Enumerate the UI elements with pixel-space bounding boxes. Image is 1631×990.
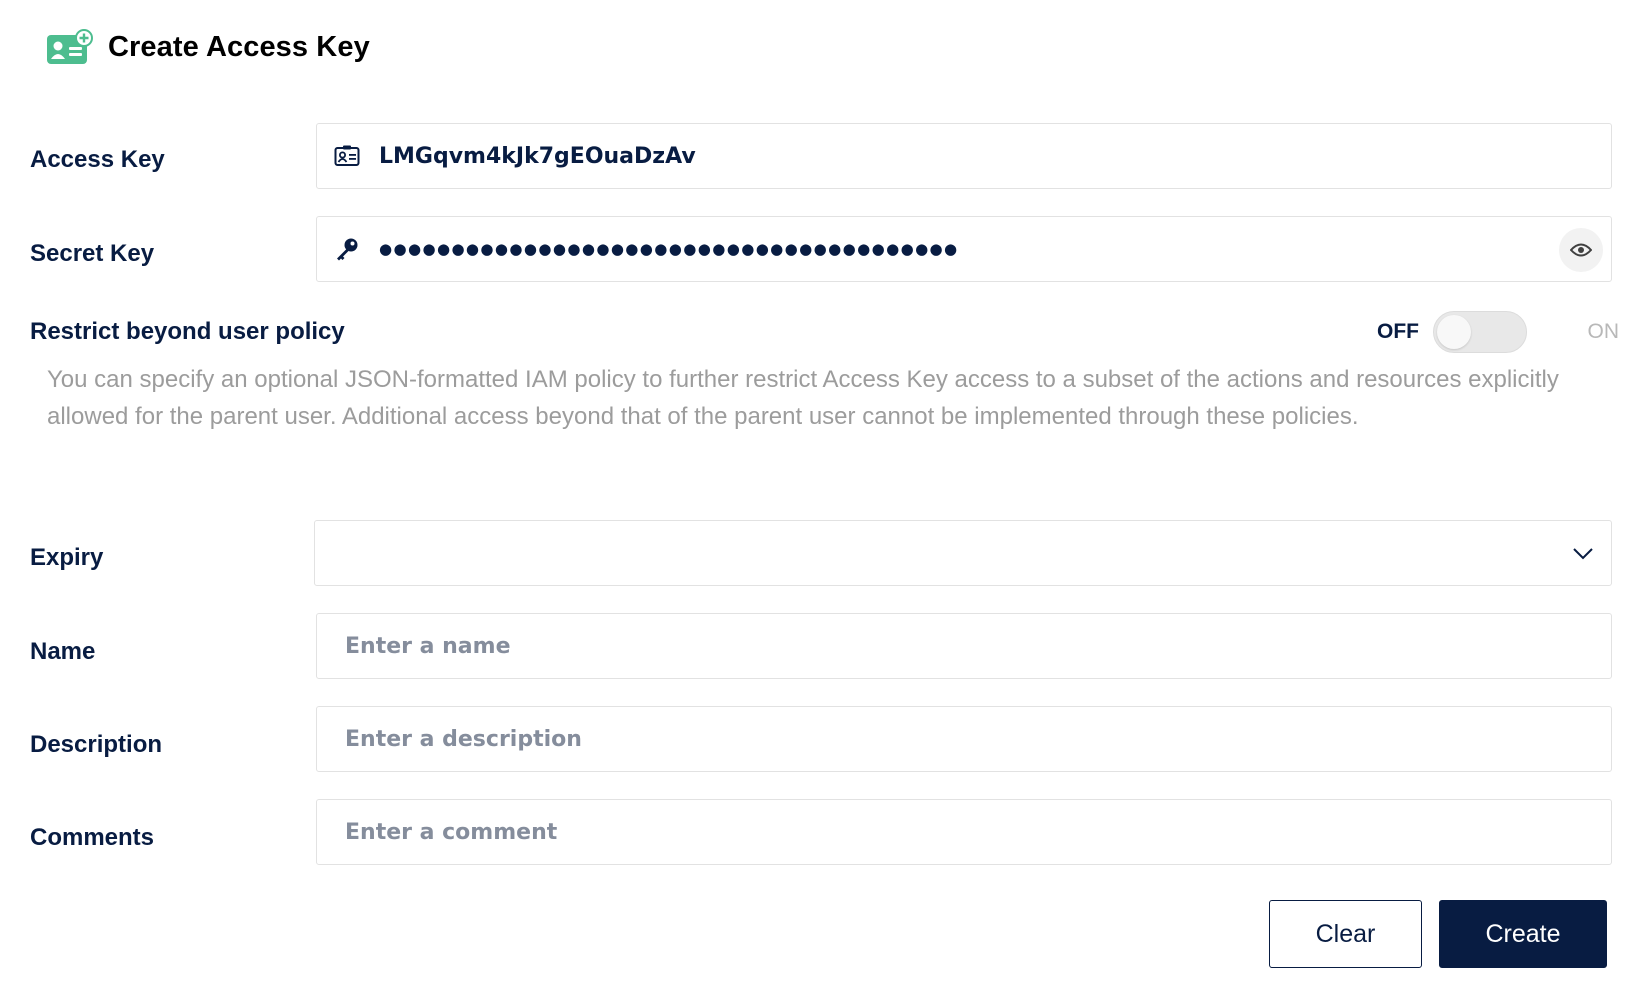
- expiry-label: Expiry: [30, 544, 104, 571]
- expiry-select[interactable]: [314, 520, 1612, 586]
- create-button[interactable]: Create: [1439, 900, 1607, 968]
- switch-on-label: ON: [1587, 320, 1620, 343]
- name-label: Name: [30, 638, 96, 665]
- switch-off-label: OFF: [1377, 320, 1419, 343]
- key-icon: [333, 235, 361, 263]
- secret-key-field[interactable]: ●●●●●●●●●●●●●●●●●●●●●●●●●●●●●●●●●●●●●●●●: [316, 216, 1612, 282]
- create-access-key-form: Create Access Key Access Key LMGqvm4kJk7…: [0, 0, 1631, 990]
- eye-icon: [1570, 243, 1592, 257]
- description-label: Description: [30, 731, 163, 758]
- chevron-down-icon: [1573, 548, 1593, 560]
- id-card-icon: [333, 142, 361, 170]
- restrict-policy-label: Restrict beyond user policy: [30, 318, 345, 345]
- toggle-knob: [1437, 315, 1471, 349]
- page-title: Create Access Key: [108, 30, 370, 63]
- secret-key-masked-value: ●●●●●●●●●●●●●●●●●●●●●●●●●●●●●●●●●●●●●●●●: [379, 240, 959, 258]
- name-input[interactable]: Enter a name: [345, 614, 511, 678]
- comments-field[interactable]: Enter a comment: [316, 799, 1612, 865]
- name-field[interactable]: Enter a name: [316, 613, 1612, 679]
- secret-key-label: Secret Key: [30, 240, 155, 267]
- comments-label: Comments: [30, 824, 155, 851]
- toggle-visibility-button[interactable]: [1559, 228, 1603, 272]
- description-field[interactable]: Enter a description: [316, 706, 1612, 772]
- page-header: Create Access Key: [46, 26, 370, 68]
- clear-button[interactable]: Clear: [1269, 900, 1422, 968]
- comments-input[interactable]: Enter a comment: [345, 800, 557, 864]
- add-user-card-icon: [47, 29, 93, 64]
- restrict-policy-toggle[interactable]: [1433, 311, 1527, 353]
- access-key-value: LMGqvm4kJk7gEOuaDzAv: [379, 143, 696, 169]
- restrict-policy-switch: OFF: [1377, 310, 1527, 354]
- restrict-policy-help-text: You can specify an optional JSON-formatt…: [47, 366, 1559, 430]
- access-key-label: Access Key: [30, 146, 165, 173]
- access-key-field[interactable]: LMGqvm4kJk7gEOuaDzAv: [316, 123, 1612, 189]
- description-input[interactable]: Enter a description: [345, 707, 582, 771]
